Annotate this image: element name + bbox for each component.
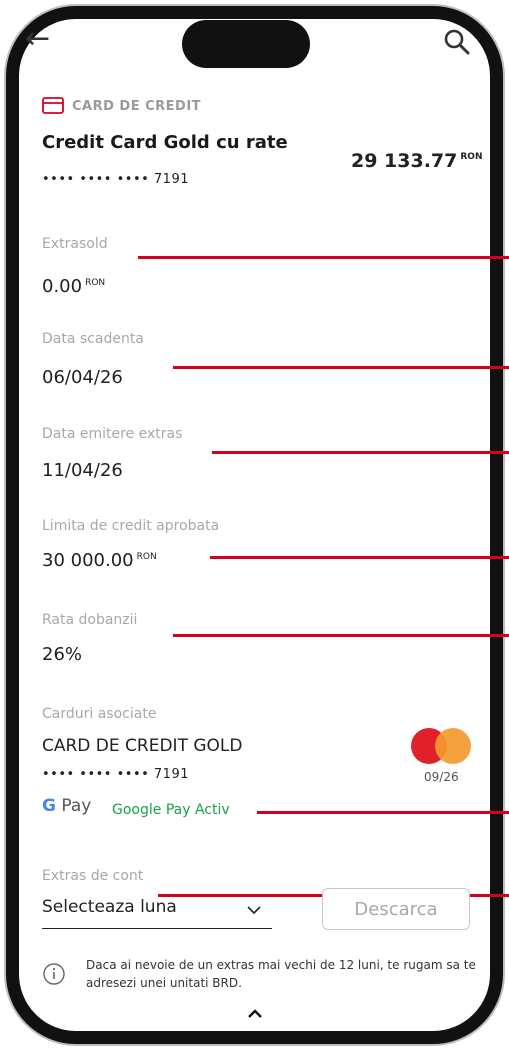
interest-rate-value: 26% (42, 644, 83, 665)
download-button[interactable]: Descarca (322, 888, 470, 930)
month-select-value: Selecteaza luna (42, 897, 177, 917)
chevron-up-icon[interactable] (247, 1008, 263, 1019)
back-arrow-icon[interactable]: ← (25, 24, 50, 54)
annotation-line (173, 634, 509, 637)
card-expiry: 09/26 (424, 770, 459, 784)
statement-date-label: Data emitere extras (42, 426, 183, 442)
gpay-status: Google Pay Activ (112, 802, 230, 818)
annotation-line (173, 366, 509, 369)
balance-currency: RON (460, 152, 483, 162)
extrasold-value: 0.00 RON (42, 276, 105, 297)
annotation-line (138, 256, 509, 259)
gpay-logo-icon: G Pay (42, 796, 91, 816)
chevron-down-icon (247, 906, 261, 915)
statement-date-value: 11/04/26 (42, 460, 123, 481)
statement-label: Extras de cont (42, 868, 144, 884)
account-masked-number: •••• •••• •••• 7191 (42, 172, 189, 187)
info-icon (43, 963, 65, 985)
credit-card-icon (42, 97, 64, 114)
due-date-value: 06/04/26 (42, 367, 123, 388)
account-balance: 29 133.77 RON (351, 150, 483, 172)
dynamic-island (182, 20, 310, 68)
credit-limit-value: 30 000.00 RON (42, 550, 157, 571)
annotation-line (212, 451, 509, 454)
balance-value: 29 133.77 (351, 150, 458, 172)
extrasold-label: Extrasold (42, 236, 108, 252)
extrasold-currency: RON (85, 278, 106, 288)
associated-cards-label: Carduri asociate (42, 706, 157, 722)
annotation-line (257, 811, 509, 814)
statement-info-text: Daca ai nevoie de un extras mai vechi de… (86, 958, 476, 990)
associated-card-name[interactable]: CARD DE CREDIT GOLD (42, 736, 242, 756)
due-date-label: Data scadenta (42, 331, 144, 347)
credit-limit-label: Limita de credit aprobata (42, 518, 220, 534)
credit-limit-amount: 30 000.00 (42, 550, 134, 571)
extrasold-amount: 0.00 (42, 276, 83, 297)
search-icon[interactable] (441, 26, 473, 58)
mastercard-logo-icon (411, 728, 471, 764)
gpay-g-letter: G (42, 796, 56, 816)
month-select[interactable]: Selecteaza luna (42, 897, 272, 929)
account-type-label: CARD DE CREDIT (72, 99, 202, 114)
credit-limit-currency: RON (136, 552, 157, 562)
associated-card-masked-number: •••• •••• •••• 7191 (42, 767, 189, 782)
interest-rate-label: Rata dobanzii (42, 612, 138, 628)
account-name: Credit Card Gold cu rate (42, 132, 288, 153)
gpay-pay-text: Pay (61, 796, 92, 816)
annotation-line (210, 556, 509, 559)
